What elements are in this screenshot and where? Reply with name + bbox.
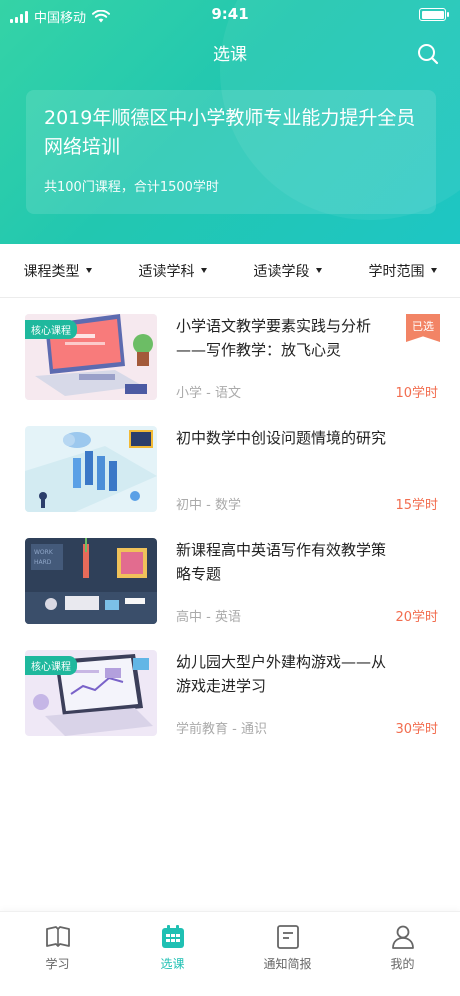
course-title: 小学语文教学要素实践与分析——写作教学：放飞心灵 <box>176 317 372 359</box>
selected-badge: 已选 <box>406 314 440 342</box>
tab-label: 我的 <box>390 957 415 971</box>
course-title: 幼儿园大型户外建构游戏——从游戏走进学习 <box>176 653 387 695</box>
course-item[interactable]: 初中数学中创设问题情境的研究 初中 - 数学 15学时 <box>0 410 460 522</box>
book-icon <box>45 926 70 947</box>
status-time: 9:41 <box>211 5 249 23</box>
course-thumbnail <box>25 426 157 512</box>
course-item[interactable]: 核心课程 幼儿园大型户外建构游戏——从游戏走进学习 学前教育 - 通识 30学时 <box>0 634 460 746</box>
filter-subject[interactable]: 适读学科 <box>115 244 230 297</box>
status-bar: 中国移动 9:41 <box>0 0 460 32</box>
tab-label: 通知简报 <box>263 957 312 971</box>
core-course-badge: 核心课程 <box>25 656 77 675</box>
page-title: 选课 <box>213 45 247 65</box>
course-meta: 高中 - 英语 <box>176 610 241 625</box>
course-thumbnail: WORK HARD <box>25 538 157 624</box>
filter-course-type[interactable]: 课程类型 <box>0 244 115 297</box>
battery-icon <box>419 8 449 21</box>
course-item[interactable]: 核心课程 小学语文教学要素实践与分析——写作教学：放飞心灵 小学 - 语文 10… <box>0 298 460 410</box>
course-thumbnail: 核心课程 <box>25 650 157 736</box>
program-banner[interactable]: 2019年顺德区中小学教师专业能力提升全员网络培训 共100门课程，合计1500… <box>26 90 436 214</box>
svg-text:WORK: WORK <box>34 549 54 556</box>
filter-hours[interactable]: 学时范围 <box>345 244 460 297</box>
calendar-grid-icon <box>161 925 184 948</box>
caret-down-icon <box>315 268 322 273</box>
course-hours: 20学时 <box>395 610 438 625</box>
tab-course-select[interactable]: 选课 <box>115 912 230 996</box>
course-title: 初中数学中创设问题情境的研究 <box>176 429 387 447</box>
filter-label: 学时范围 <box>368 263 425 280</box>
tab-label: 学习 <box>45 957 70 971</box>
course-hours: 30学时 <box>395 722 438 737</box>
tab-study[interactable]: 学习 <box>0 912 115 996</box>
course-title: 新课程高中英语写作有效教学策略专题 <box>176 541 387 583</box>
course-list: 核心课程 小学语文教学要素实践与分析——写作教学：放飞心灵 小学 - 语文 10… <box>0 298 460 746</box>
filter-label: 适读学科 <box>138 263 195 280</box>
program-title: 2019年顺德区中小学教师专业能力提升全员网络培训 <box>44 107 416 158</box>
tab-profile[interactable]: 我的 <box>345 912 460 996</box>
header-hero: 中国移动 9:41 选课 2019年顺德区中小学教师专业能力提升全员网络培训 共… <box>0 0 460 244</box>
filter-bar: 课程类型 适读学科 适读学段 学时范围 <box>0 244 460 298</box>
notice-icon <box>276 925 299 949</box>
filter-grade[interactable]: 适读学段 <box>230 244 345 297</box>
core-course-badge: 核心课程 <box>25 320 77 339</box>
course-meta: 初中 - 数学 <box>176 498 241 513</box>
course-meta: 小学 - 语文 <box>176 386 241 401</box>
course-hours: 15学时 <box>395 498 438 513</box>
course-thumbnail: 核心课程 <box>25 314 157 400</box>
user-icon <box>391 925 414 949</box>
svg-text:HARD: HARD <box>34 559 52 566</box>
program-summary: 共100门课程，合计1500学时 <box>44 180 219 195</box>
course-meta: 学前教育 - 通识 <box>176 722 267 737</box>
filter-label: 课程类型 <box>23 263 80 280</box>
filter-label: 适读学段 <box>253 263 310 280</box>
course-hours: 10学时 <box>395 386 438 401</box>
tab-label: 选课 <box>160 957 185 971</box>
search-icon[interactable] <box>416 42 440 66</box>
course-item[interactable]: WORK HARD 新课程高中英语写作有效教学策略专题 高中 - 英语 20学时 <box>0 522 460 634</box>
nav-bar: 选课 <box>0 34 460 74</box>
caret-down-icon <box>430 268 437 273</box>
tab-notices[interactable]: 通知简报 <box>230 912 345 996</box>
bottom-tab-bar: 学习 选课 通知简报 我的 <box>0 911 460 996</box>
caret-down-icon <box>200 268 207 273</box>
caret-down-icon <box>85 268 92 273</box>
